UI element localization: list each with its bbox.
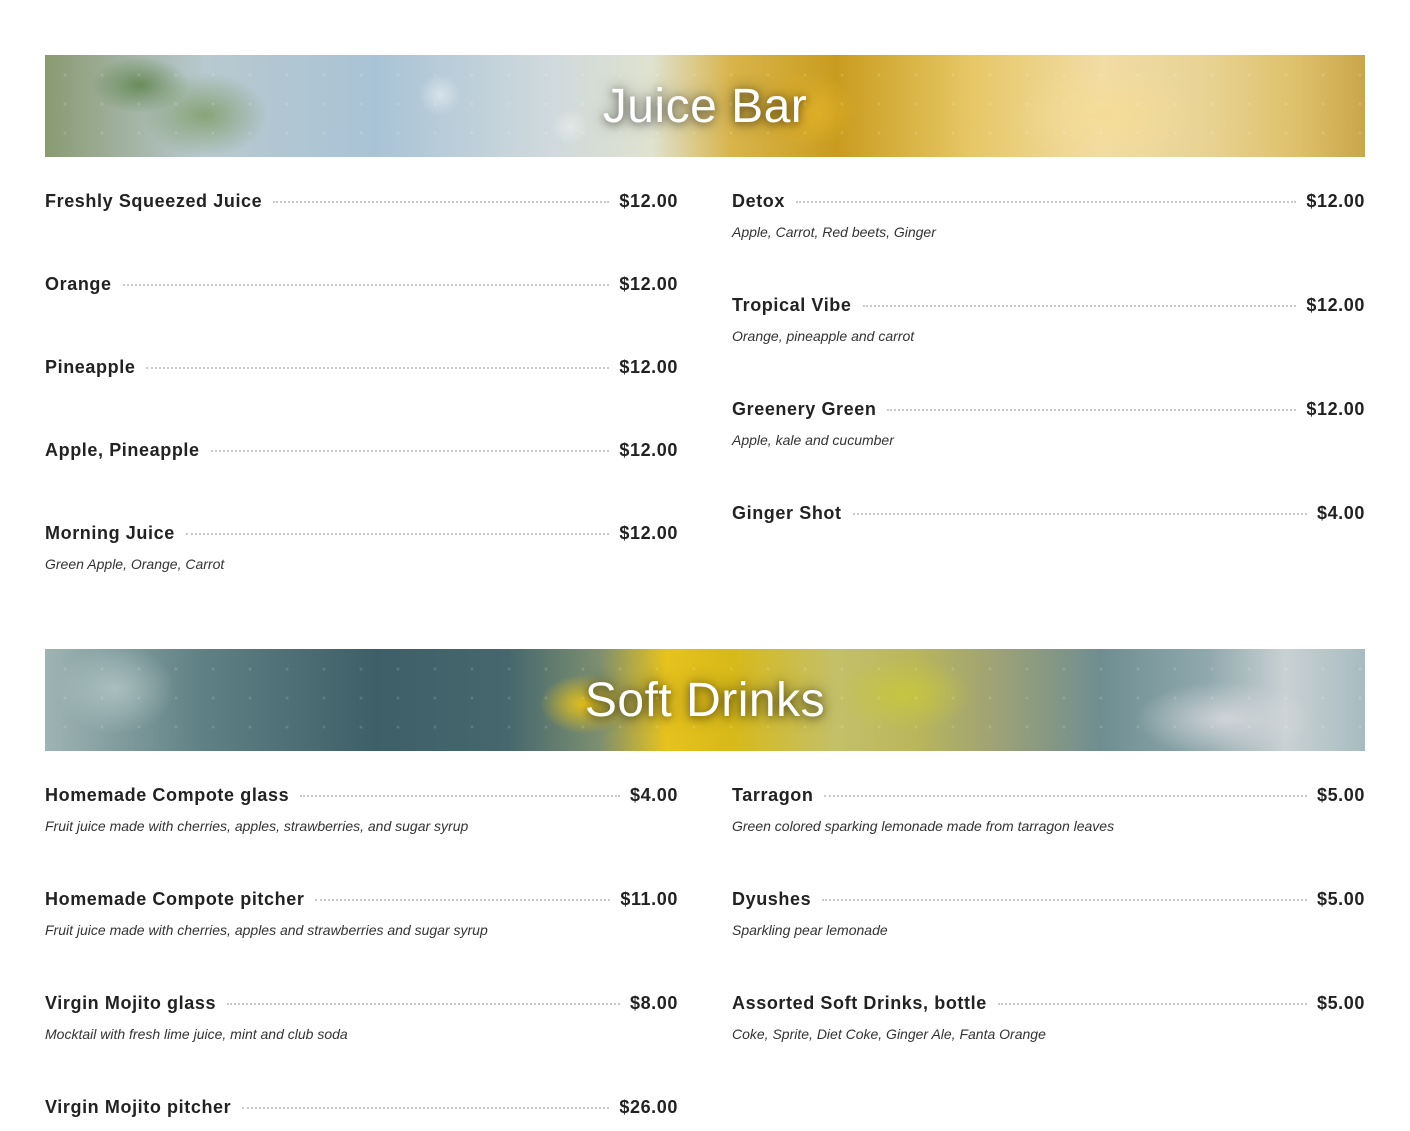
menu-item: Pineapple $12.00: [45, 357, 678, 381]
item-name: Ginger Shot: [732, 503, 842, 523]
item-name: Homemade Compote pitcher: [45, 889, 305, 909]
item-price: $4.00: [629, 785, 678, 805]
menu-item: Virgin Mojito glass $8.00 Mocktail with …: [45, 993, 678, 1042]
menu-item: Detox $12.00 Apple, Carrot, Red beets, G…: [732, 191, 1365, 240]
dotted-leader: [997, 1003, 1307, 1005]
item-name: Apple, Pineapple: [45, 440, 200, 460]
item-name: Morning Juice: [45, 523, 175, 543]
item-name: Dyushes: [732, 889, 812, 909]
item-name: Virgin Mojito glass: [45, 993, 217, 1013]
item-name: Virgin Mojito pitcher: [45, 1097, 232, 1117]
dotted-leader: [185, 533, 610, 535]
dotted-leader: [862, 305, 1297, 307]
item-price: $12.00: [619, 523, 678, 543]
item-price: $12.00: [1306, 399, 1365, 419]
item-price: $11.00: [620, 889, 678, 909]
item-price: $12.00: [619, 274, 678, 294]
item-name: Tarragon: [732, 785, 814, 805]
menu-columns: Homemade Compote glass $4.00 Fruit juice…: [45, 751, 1365, 1131]
dotted-leader: [300, 795, 620, 797]
dotted-leader: [273, 201, 610, 203]
item-price: $4.00: [1316, 503, 1365, 523]
item-price: $12.00: [1306, 191, 1365, 211]
item-description: Coke, Sprite, Diet Coke, Ginger Ale, Fan…: [732, 1026, 1046, 1042]
item-description: Apple, Carrot, Red beets, Ginger: [732, 224, 936, 240]
menu-item: Dyushes $5.00 Sparkling pear lemonade: [732, 889, 1365, 938]
dotted-leader: [210, 450, 610, 452]
dotted-leader: [146, 367, 610, 369]
item-description: Apple, kale and cucumber: [732, 432, 894, 448]
item-description: Fruit juice made with cherries, apples a…: [45, 922, 488, 938]
dotted-leader: [122, 284, 610, 286]
item-name: Greenery Green: [732, 399, 877, 419]
item-price: $5.00: [1316, 889, 1365, 909]
item-description: Green Apple, Orange, Carrot: [45, 556, 225, 572]
section-juice-bar: Juice Bar Freshly Squeezed Juice $12.00 …: [45, 55, 1365, 617]
item-price: $26.00: [619, 1097, 678, 1117]
item-price: $12.00: [1306, 295, 1365, 315]
section-soft-drinks: Soft Drinks Homemade Compote glass $4.00…: [45, 649, 1365, 1131]
item-name: Assorted Soft Drinks, bottle: [732, 993, 987, 1013]
item-name: Tropical Vibe: [732, 295, 852, 315]
menu-item: Ginger Shot $4.00: [732, 503, 1365, 527]
item-price: $5.00: [1316, 785, 1365, 805]
dotted-leader: [852, 513, 1307, 515]
item-price: $8.00: [629, 993, 678, 1013]
item-name: Freshly Squeezed Juice: [45, 191, 263, 211]
item-price: $12.00: [619, 357, 678, 377]
section-title: Soft Drinks: [584, 673, 826, 727]
dotted-leader: [887, 409, 1297, 411]
item-price: $12.00: [619, 440, 678, 460]
soft-drinks-banner: Soft Drinks: [45, 649, 1365, 751]
item-description: Orange, pineapple and carrot: [732, 328, 915, 344]
menu-item: Homemade Compote glass $4.00 Fruit juice…: [45, 785, 678, 834]
item-name: Orange: [45, 274, 112, 294]
item-price: $12.00: [619, 191, 678, 211]
menu-item: Assorted Soft Drinks, bottle $5.00 Coke,…: [732, 993, 1365, 1042]
item-description: Green colored sparking lemonade made fro…: [732, 818, 1115, 834]
dotted-leader: [824, 795, 1307, 797]
juice-bar-banner: Juice Bar: [45, 55, 1365, 157]
dotted-leader: [822, 899, 1307, 901]
menu-columns: Freshly Squeezed Juice $12.00 Orange $12…: [45, 157, 1365, 617]
menu-item: Morning Juice $12.00 Green Apple, Orange…: [45, 523, 678, 572]
item-name: Homemade Compote glass: [45, 785, 290, 805]
menu-item: Virgin Mojito pitcher $26.00: [45, 1097, 678, 1121]
item-name: Pineapple: [45, 357, 136, 377]
menu-item: Freshly Squeezed Juice $12.00: [45, 191, 678, 215]
menu-item: Homemade Compote pitcher $11.00 Fruit ju…: [45, 889, 678, 938]
item-description: Sparkling pear lemonade: [732, 922, 888, 938]
item-description: Fruit juice made with cherries, apples, …: [45, 818, 469, 834]
item-price: $5.00: [1316, 993, 1365, 1013]
dotted-leader: [796, 201, 1297, 203]
item-description: Mocktail with fresh lime juice, mint and…: [45, 1026, 348, 1042]
section-title: Juice Bar: [602, 79, 808, 133]
item-name: Detox: [732, 191, 786, 211]
menu-item: Greenery Green $12.00 Apple, kale and cu…: [732, 399, 1365, 448]
dotted-leader: [242, 1107, 610, 1109]
menu-item: Apple, Pineapple $12.00: [45, 440, 678, 464]
menu-item: Tarragon $5.00 Green colored sparking le…: [732, 785, 1365, 834]
dotted-leader: [227, 1003, 620, 1005]
dotted-leader: [315, 899, 611, 901]
menu-item: Orange $12.00: [45, 274, 678, 298]
menu-item: Tropical Vibe $12.00 Orange, pineapple a…: [732, 295, 1365, 344]
